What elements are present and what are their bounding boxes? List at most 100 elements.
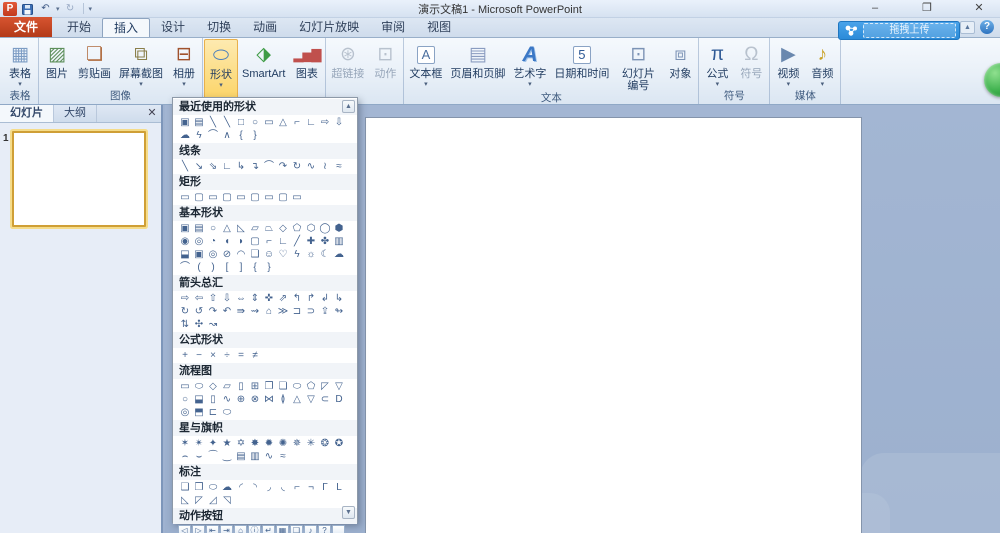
shape-icon[interactable]: ☺ bbox=[262, 248, 276, 261]
shape-icon[interactable]: ▢ bbox=[276, 191, 290, 204]
tab-review[interactable]: 审阅 bbox=[370, 18, 416, 37]
shape-icon[interactable]: ◝ bbox=[248, 481, 262, 494]
shape-icon[interactable]: ↳ bbox=[234, 160, 248, 173]
shape-icon[interactable]: ≬ bbox=[276, 393, 290, 406]
shape-icon[interactable]: ▯ bbox=[234, 380, 248, 393]
tab-slides-thumbnails[interactable]: 幻灯片 bbox=[0, 105, 54, 122]
shape-icon[interactable]: ✵ bbox=[290, 437, 304, 450]
date-time-button[interactable]: 5 日期和时间 bbox=[550, 39, 613, 92]
picture-button[interactable]: ▨ 图片 bbox=[40, 39, 74, 90]
shape-icon[interactable]: ↲ bbox=[318, 292, 332, 305]
textbox-button[interactable]: A 文本框 ▾ bbox=[405, 39, 446, 92]
shape-icon[interactable]: ¬ bbox=[304, 481, 318, 494]
shape-icon[interactable]: ⇩ bbox=[220, 292, 234, 305]
shape-icon[interactable]: ↻ bbox=[178, 305, 192, 318]
shape-icon[interactable]: ▣ bbox=[192, 248, 206, 261]
shape-icon[interactable]: ✶ bbox=[178, 437, 192, 450]
shape-icon[interactable]: ⬠ bbox=[304, 380, 318, 393]
maximize-button[interactable]: ❐ bbox=[914, 1, 940, 16]
shape-icon[interactable]: ▽ bbox=[332, 380, 346, 393]
shape-icon[interactable]: ◁ bbox=[178, 525, 191, 533]
tab-view[interactable]: 视图 bbox=[416, 18, 462, 37]
shape-icon[interactable]: [ bbox=[220, 261, 234, 274]
chart-button[interactable]: ▂▅▇ 图表 bbox=[289, 39, 324, 104]
qat-customize-arrow-icon[interactable]: ▾ bbox=[89, 5, 93, 13]
shape-icon[interactable]: ↱ bbox=[304, 292, 318, 305]
shape-icon[interactable]: ⇘ bbox=[206, 160, 220, 173]
shape-icon[interactable]: ? bbox=[318, 525, 331, 533]
shape-icon[interactable]: ❑ bbox=[178, 481, 192, 494]
shape-icon[interactable]: ☾ bbox=[318, 248, 332, 261]
shape-icon[interactable]: Γ bbox=[318, 481, 332, 494]
shape-icon[interactable]: △ bbox=[276, 116, 290, 129]
shape-icon[interactable]: ❒ bbox=[192, 481, 206, 494]
shape-icon[interactable]: □ bbox=[234, 116, 248, 129]
shape-icon[interactable]: ⊘ bbox=[220, 248, 234, 261]
tab-home[interactable]: 开始 bbox=[56, 18, 102, 37]
shape-icon[interactable]: ÷ bbox=[220, 349, 234, 362]
smartart-button[interactable]: ⬗ SmartArt bbox=[238, 39, 289, 104]
shape-icon[interactable]: ↳ bbox=[332, 292, 346, 305]
shape-icon[interactable]: ▢ bbox=[248, 191, 262, 204]
shape-icon[interactable]: ◇ bbox=[206, 380, 220, 393]
shape-icon[interactable]: ▭ bbox=[234, 191, 248, 204]
shape-icon[interactable]: ⌐ bbox=[290, 116, 304, 129]
shape-icon[interactable]: ○ bbox=[206, 222, 220, 235]
shape-icon[interactable]: ◸ bbox=[192, 494, 206, 507]
shape-icon[interactable]: ╲ bbox=[178, 160, 192, 173]
shape-icon[interactable]: ↬ bbox=[332, 305, 346, 318]
shape-icon[interactable]: ) bbox=[206, 261, 220, 274]
shape-icon[interactable]: ⊕ bbox=[234, 393, 248, 406]
shape-icon[interactable]: ▣ bbox=[178, 222, 192, 235]
shape-icon[interactable]: ⌒ bbox=[178, 261, 192, 274]
shape-icon[interactable]: ❑ bbox=[248, 248, 262, 261]
undo-dropdown-arrow-icon[interactable]: ▾ bbox=[56, 5, 60, 13]
shape-icon[interactable]: ‿ bbox=[220, 450, 234, 463]
shape-icon[interactable]: ▭ bbox=[178, 380, 192, 393]
shape-icon[interactable]: } bbox=[248, 129, 262, 142]
shape-icon[interactable]: ✳ bbox=[304, 437, 318, 450]
tab-insert[interactable]: 插入 bbox=[102, 18, 151, 37]
shape-icon[interactable]: ☼ bbox=[304, 248, 318, 261]
shape-icon[interactable]: ( bbox=[192, 261, 206, 274]
shape-icon[interactable]: ⌐ bbox=[290, 481, 304, 494]
shape-icon[interactable]: ◟ bbox=[276, 481, 290, 494]
shape-icon[interactable]: ⇅ bbox=[178, 318, 192, 331]
scroll-up-icon[interactable]: ▲ bbox=[342, 100, 355, 113]
shape-icon[interactable]: ⏢ bbox=[262, 222, 276, 235]
shape-icon[interactable]: ⌢ bbox=[178, 450, 192, 463]
shape-icon[interactable]: ◞ bbox=[262, 481, 276, 494]
shape-icon[interactable]: ⬓ bbox=[192, 393, 206, 406]
shape-icon[interactable]: ✣ bbox=[192, 318, 206, 331]
shape-icon[interactable]: ⇔ bbox=[234, 292, 248, 305]
minimize-button[interactable]: – bbox=[862, 1, 888, 16]
equation-button[interactable]: π 公式 ▾ bbox=[700, 39, 734, 90]
shape-icon[interactable]: ◯ bbox=[318, 222, 332, 235]
shape-icon[interactable]: { bbox=[234, 129, 248, 142]
shape-icon[interactable]: ⌂ bbox=[234, 525, 247, 533]
table-button[interactable]: ▦ 表格 ▾ bbox=[3, 39, 37, 90]
shape-icon[interactable]: ╲ bbox=[220, 116, 234, 129]
shape-icon[interactable] bbox=[332, 525, 345, 533]
slide-canvas[interactable] bbox=[365, 117, 862, 533]
slide-number-button[interactable]: ⊡ 幻灯片编号 bbox=[613, 39, 663, 92]
shape-icon[interactable]: ↝ bbox=[206, 318, 220, 331]
shape-icon[interactable]: ⬭ bbox=[192, 380, 206, 393]
cloud-upload-button[interactable]: 拖拽上传 bbox=[838, 21, 960, 40]
shape-icon[interactable]: ♡ bbox=[276, 248, 290, 261]
shape-icon[interactable]: ϟ bbox=[192, 129, 206, 142]
shape-icon[interactable]: ◹ bbox=[220, 494, 234, 507]
shape-icon[interactable]: ] bbox=[234, 261, 248, 274]
shape-icon[interactable]: ⇪ bbox=[318, 305, 332, 318]
shape-icon[interactable]: ▤ bbox=[192, 222, 206, 235]
shape-icon[interactable]: ✹ bbox=[262, 437, 276, 450]
shape-icon[interactable]: ⇨ bbox=[318, 116, 332, 129]
shape-icon[interactable]: ◖ bbox=[220, 235, 234, 248]
shape-icon[interactable]: ▢ bbox=[192, 191, 206, 204]
shape-icon[interactable]: ◉ bbox=[178, 235, 192, 248]
shape-icon[interactable]: { bbox=[248, 261, 262, 274]
shape-icon[interactable]: } bbox=[262, 261, 276, 274]
photo-album-button[interactable]: ⊟ 相册 ▾ bbox=[167, 39, 201, 90]
tab-animations[interactable]: 动画 bbox=[242, 18, 288, 37]
shape-icon[interactable]: ⬭ bbox=[290, 380, 304, 393]
